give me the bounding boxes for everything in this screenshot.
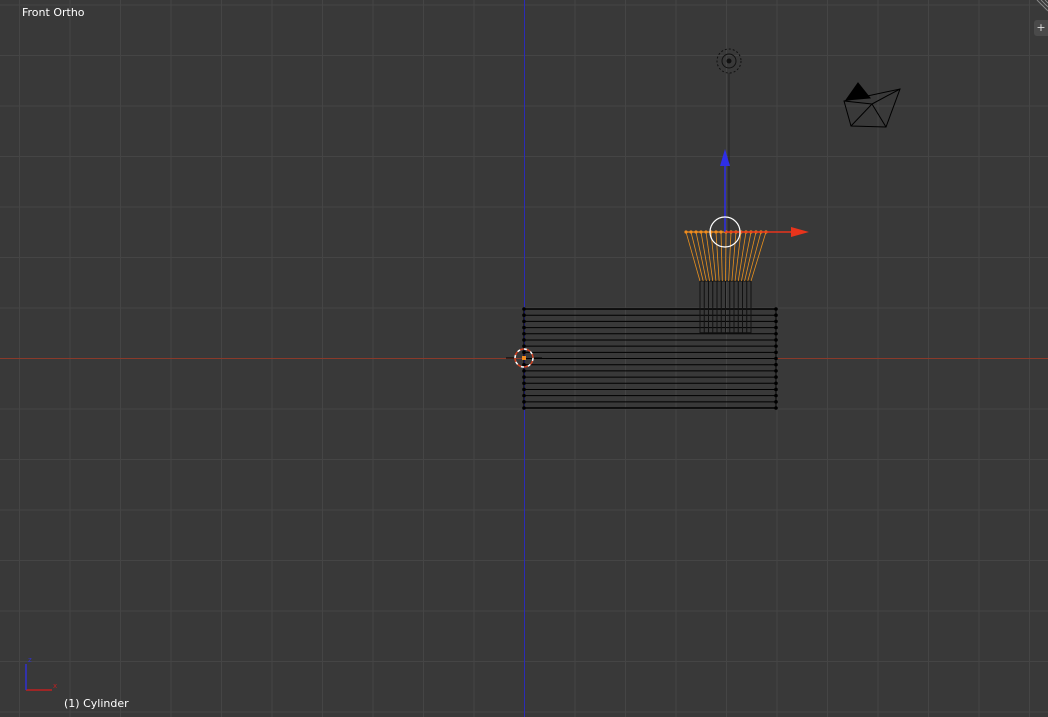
selected-mesh-part[interactable] xyxy=(684,230,768,282)
axes-navigation-icon: x z xyxy=(25,656,57,691)
view-name-label: Front Ortho xyxy=(22,6,85,19)
small-cylinder-object[interactable] xyxy=(699,280,752,334)
split-area-handle[interactable] xyxy=(1034,0,1048,14)
add-region-button[interactable]: + xyxy=(1034,20,1048,36)
svg-text:z: z xyxy=(28,656,32,664)
active-object-label: (1) Cylinder xyxy=(64,697,129,710)
scene-objects: x z xyxy=(25,48,901,691)
lamp-icon[interactable] xyxy=(716,48,742,232)
cylinder-object[interactable] xyxy=(522,307,778,410)
camera-icon[interactable] xyxy=(843,82,901,128)
3d-viewport[interactable]: x z Front Ortho (1) Cylinder + xyxy=(0,0,1048,717)
svg-text:x: x xyxy=(53,682,57,690)
